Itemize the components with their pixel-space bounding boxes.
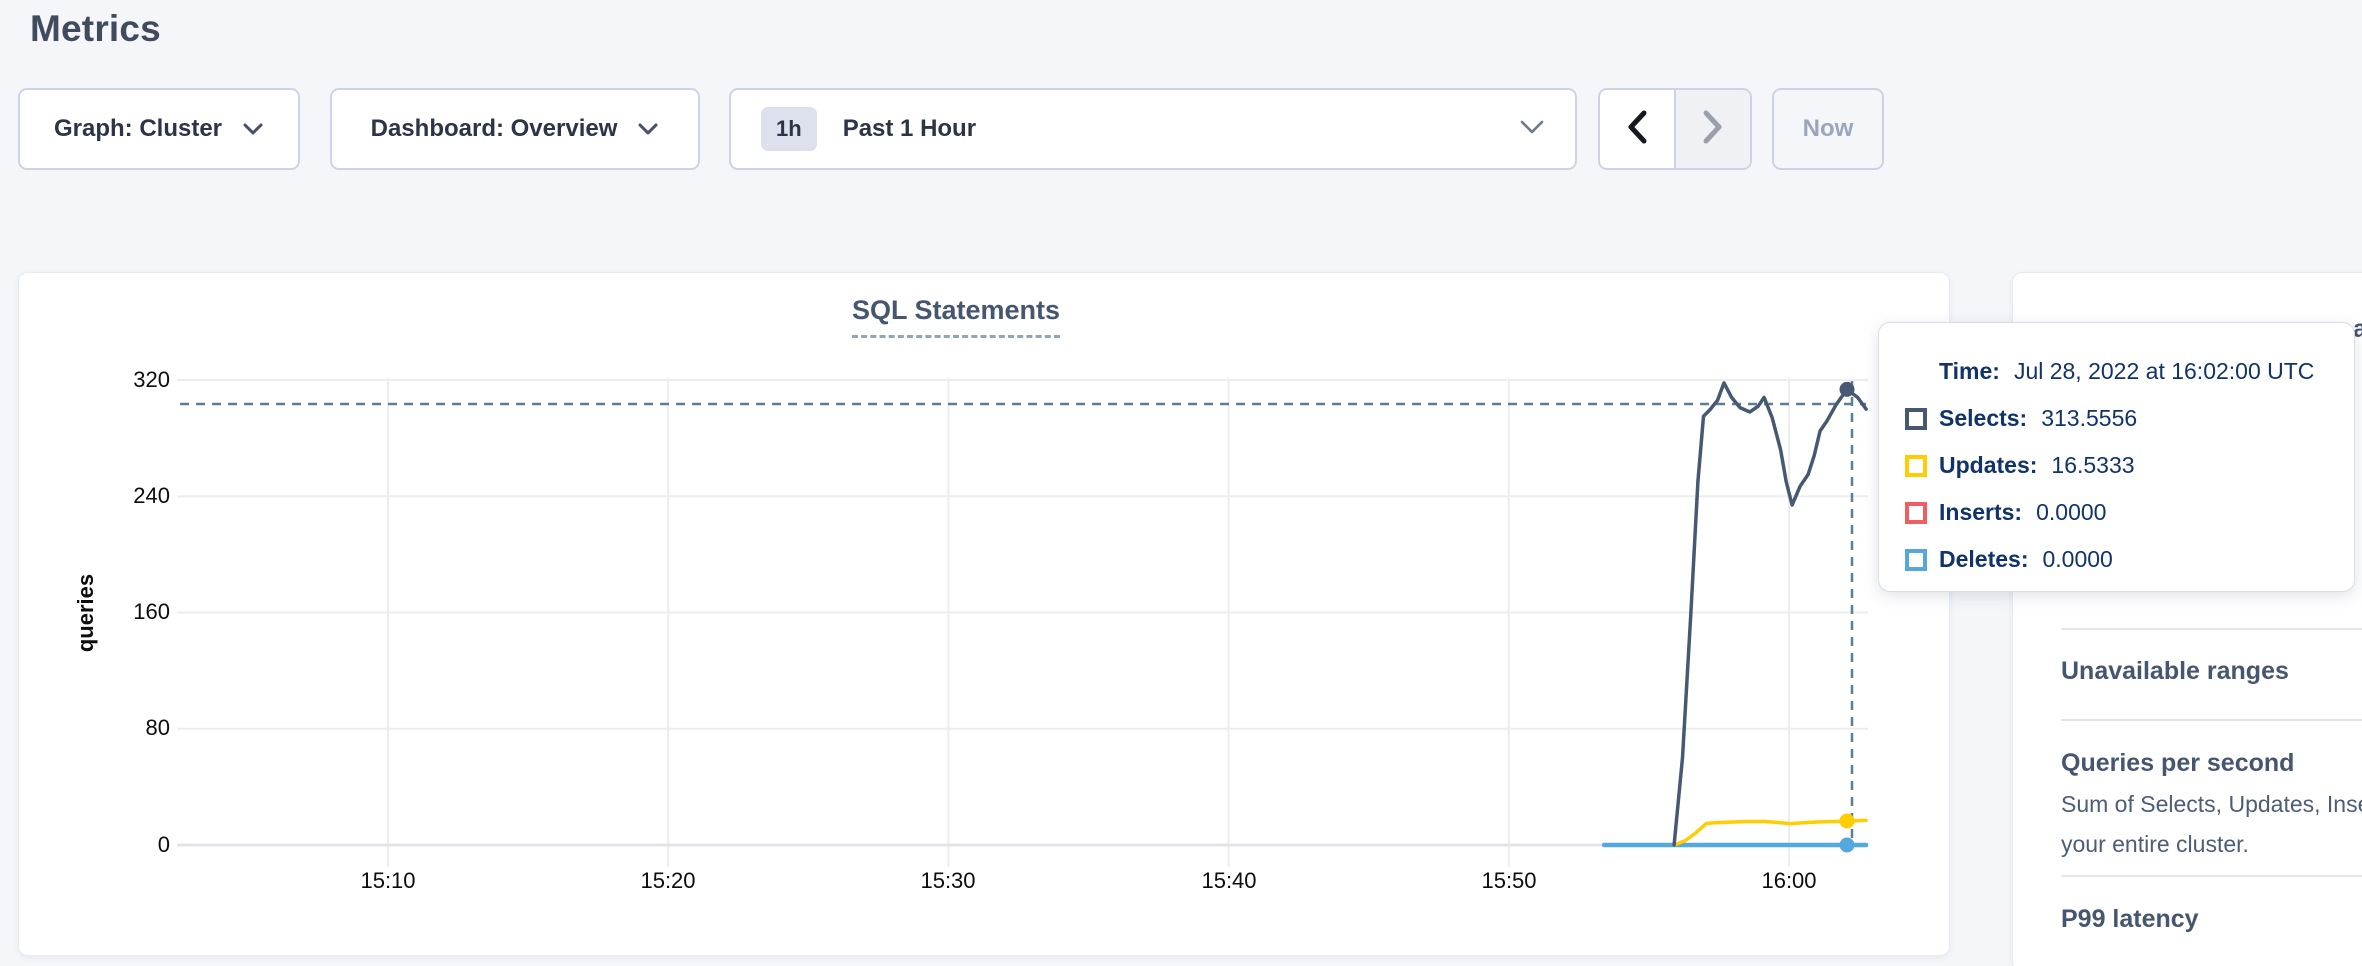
sidebar-heading-p99-latency: P99 latency (2061, 905, 2199, 934)
chevron-down-icon (637, 115, 659, 143)
next-time-button[interactable] (1674, 90, 1750, 168)
divider (2061, 719, 2362, 721)
chevron-down-icon (242, 115, 264, 143)
graph-scope-dropdown[interactable]: Graph: Cluster (18, 88, 300, 170)
sidebar-description-line: Sum of Selects, Updates, Inser (2061, 791, 2362, 818)
tooltip-series-value: 0.0000 (2042, 546, 2112, 573)
y-axis-tick: 80 (70, 713, 170, 743)
previous-time-button[interactable] (1600, 90, 1674, 168)
y-axis-tick: 240 (70, 481, 170, 511)
tooltip-series-row: Selects: 313.5556 (1905, 406, 2354, 431)
tooltip-series-row: Deletes: 0.0000 (1905, 547, 2354, 572)
x-axis-tick: 15:40 (1159, 866, 1299, 896)
x-axis-tick: 15:50 (1439, 866, 1579, 896)
tooltip-series-value: 313.5556 (2041, 405, 2137, 432)
now-button[interactable]: Now (1772, 88, 1884, 170)
y-axis-tick: 0 (70, 830, 170, 860)
updates-series-swatch-icon (1905, 455, 1927, 477)
sidebar-heading-unavailable-ranges: Unavailable ranges (2061, 657, 2289, 686)
time-range-badge: 1h (761, 107, 817, 151)
deletes-series-swatch-icon (1905, 549, 1927, 571)
chevron-left-icon (1625, 109, 1649, 150)
y-axis-label: queries (73, 533, 103, 693)
chevron-right-icon (1701, 109, 1725, 150)
tooltip-series-label: Deletes: (1939, 546, 2028, 573)
divider (2061, 628, 2362, 630)
dashboard-dropdown-label: Dashboard: Overview (371, 115, 618, 143)
tooltip-time-row: Time: Jul 28, 2022 at 16:02:00 UTC (1939, 359, 2354, 384)
tooltip-series-label: Selects: (1939, 405, 2027, 432)
tooltip-series-row: Inserts: 0.0000 (1905, 500, 2354, 525)
inserts-series-swatch-icon (1905, 502, 1927, 524)
page-title: Metrics (30, 8, 161, 50)
x-axis-tick: 15:20 (598, 866, 738, 896)
tooltip-time-label: Time: (1939, 358, 2000, 385)
time-range-label: Past 1 Hour (843, 115, 976, 143)
graph-scope-dropdown-label: Graph: Cluster (54, 115, 222, 143)
selects-series-swatch-icon (1905, 408, 1927, 430)
tooltip-series-value: 0.0000 (2036, 499, 2106, 526)
sidebar-heading-queries-per-second: Queries per second (2061, 749, 2294, 778)
tooltip-series-value: 16.5333 (2051, 452, 2134, 479)
x-axis-tick: 15:30 (878, 866, 1018, 896)
time-step-button-group (1598, 88, 1752, 170)
x-axis-tick: 15:10 (318, 866, 458, 896)
tooltip-series-label: Updates: (1939, 452, 2037, 479)
dashboard-dropdown[interactable]: Dashboard: Overview (330, 88, 700, 170)
tooltip-series-label: Inserts: (1939, 499, 2022, 526)
chevron-down-icon (1519, 119, 1545, 140)
tooltip-time-value: Jul 28, 2022 at 16:02:00 UTC (2014, 358, 2314, 385)
chart-title[interactable]: SQL Statements (852, 295, 1060, 338)
y-axis-tick: 320 (70, 365, 170, 395)
divider (2061, 875, 2362, 877)
sql-statements-chart-card (18, 272, 1950, 956)
sidebar-description-line: your entire cluster. (2061, 831, 2249, 858)
time-range-selector[interactable]: 1h Past 1 Hour (729, 88, 1577, 170)
chart-hover-tooltip: Time: Jul 28, 2022 at 16:02:00 UTC Selec… (1878, 322, 2355, 592)
tooltip-series-row: Updates: 16.5333 (1905, 453, 2354, 478)
x-axis-tick: 16:00 (1719, 866, 1859, 896)
